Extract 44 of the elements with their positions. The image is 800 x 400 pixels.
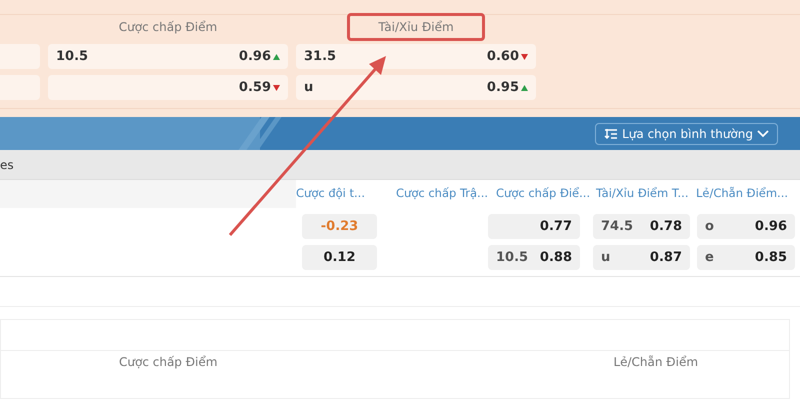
odds-text: 0.12 <box>323 248 356 267</box>
line-text: e <box>705 248 714 267</box>
odds-cell[interactable]: 0.59 <box>48 75 288 100</box>
odds-cell[interactable]: 0.77 <box>488 214 580 239</box>
column-header: Cược đội t... <box>296 185 366 202</box>
odds-cell[interactable]: 10.5 0.88 <box>488 245 580 270</box>
column-header: Lẻ/Chẵn Điểm <box>613 354 698 371</box>
column-header: Tài/Xỉu Điểm <box>347 12 485 40</box>
odds-cell[interactable]: 74.5 0.78 <box>593 214 690 239</box>
odds-cell[interactable]: 10.5 0.96 <box>48 44 288 69</box>
line-text: u <box>601 248 610 267</box>
odds-text: -0.23 <box>320 218 358 236</box>
league-title: es <box>0 156 14 174</box>
sort-button[interactable]: Lựa chọn bình thường <box>595 122 778 144</box>
column-header: Cược chấp Trậ... <box>396 185 490 202</box>
odds-cell[interactable]: o 0.96 <box>697 214 795 239</box>
odds-cell[interactable]: u 0.95 <box>296 75 536 100</box>
odds-text: 0.85 <box>754 248 787 267</box>
odds-cell[interactable]: 31.5 0.60 <box>296 44 536 69</box>
chevron-down-icon <box>757 130 769 138</box>
odds-text: 0.78 <box>650 218 682 236</box>
column-header: Lẻ/Chẵn Điểm... <box>696 185 790 202</box>
column-header: Cược chấp Điểm <box>119 354 218 371</box>
odds-cell[interactable]: 0.12 <box>302 245 377 270</box>
column-header: Cược chấp Điể... <box>496 185 592 202</box>
column-header: Tài/Xỉu Điểm T... <box>596 185 690 202</box>
sort-icon <box>604 128 618 140</box>
odds-text: 0.60 <box>486 48 519 66</box>
odds-text: 0.77 <box>540 218 572 236</box>
line-text: 10.5 <box>56 48 88 66</box>
column-header: Cược chấp Điểm <box>118 18 218 36</box>
line-text: 31.5 <box>304 48 336 66</box>
odds-cell[interactable]: e 0.85 <box>697 245 795 270</box>
line-text: o <box>705 218 714 236</box>
odds-text: 0.87 <box>650 248 682 267</box>
line-text: u <box>304 78 314 97</box>
odds-cell[interactable]: u 0.87 <box>593 245 690 270</box>
line-text: 10.5 <box>496 248 528 267</box>
odds-text: 0.96 <box>754 218 787 236</box>
odds-text: 0.95 <box>486 78 519 97</box>
line-text: 74.5 <box>601 218 634 236</box>
odds-text: 0.59 <box>238 78 271 97</box>
odds-text: 0.96 <box>238 48 271 66</box>
odds-text: 0.88 <box>540 248 572 267</box>
